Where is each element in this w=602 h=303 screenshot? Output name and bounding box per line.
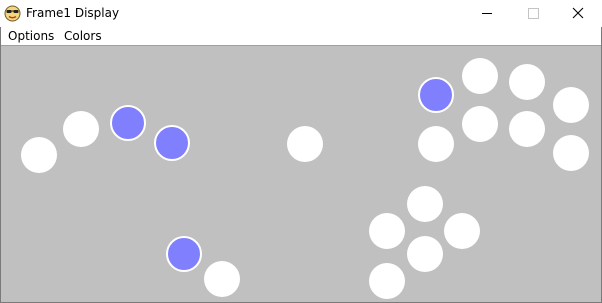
white-ball <box>418 126 454 162</box>
minimize-button[interactable] <box>464 0 510 27</box>
white-ball <box>287 126 323 162</box>
white-ball <box>21 137 57 173</box>
minimize-icon <box>482 13 492 14</box>
white-ball <box>407 186 443 222</box>
white-ball <box>407 236 443 272</box>
window-border-left <box>0 27 1 303</box>
white-ball <box>369 263 405 299</box>
blue-ball <box>166 236 202 272</box>
close-button[interactable] <box>556 0 602 27</box>
white-ball <box>444 213 480 249</box>
white-ball <box>509 64 545 100</box>
title-bar[interactable]: Frame1 Display <box>0 0 602 27</box>
maximize-button[interactable] <box>510 0 556 27</box>
white-ball <box>369 213 405 249</box>
display-canvas[interactable] <box>1 46 601 302</box>
blue-ball <box>418 77 454 113</box>
menu-options[interactable]: Options <box>8 28 54 44</box>
white-ball <box>553 87 589 123</box>
white-ball <box>553 135 589 171</box>
menu-bar: Options Colors <box>0 27 602 45</box>
white-ball <box>462 58 498 94</box>
maximize-icon <box>528 8 539 19</box>
blue-ball <box>154 125 190 161</box>
white-ball <box>204 261 240 297</box>
close-icon <box>572 7 584 19</box>
white-ball <box>63 111 99 147</box>
menu-colors[interactable]: Colors <box>64 28 102 44</box>
white-ball <box>509 111 545 147</box>
frame1-display-window: Frame1 Display Options Colors <box>0 0 602 303</box>
window-title: Frame1 Display <box>26 6 120 20</box>
sunglasses-smiley-icon <box>4 5 21 22</box>
blue-ball <box>110 105 146 141</box>
white-ball <box>462 106 498 142</box>
